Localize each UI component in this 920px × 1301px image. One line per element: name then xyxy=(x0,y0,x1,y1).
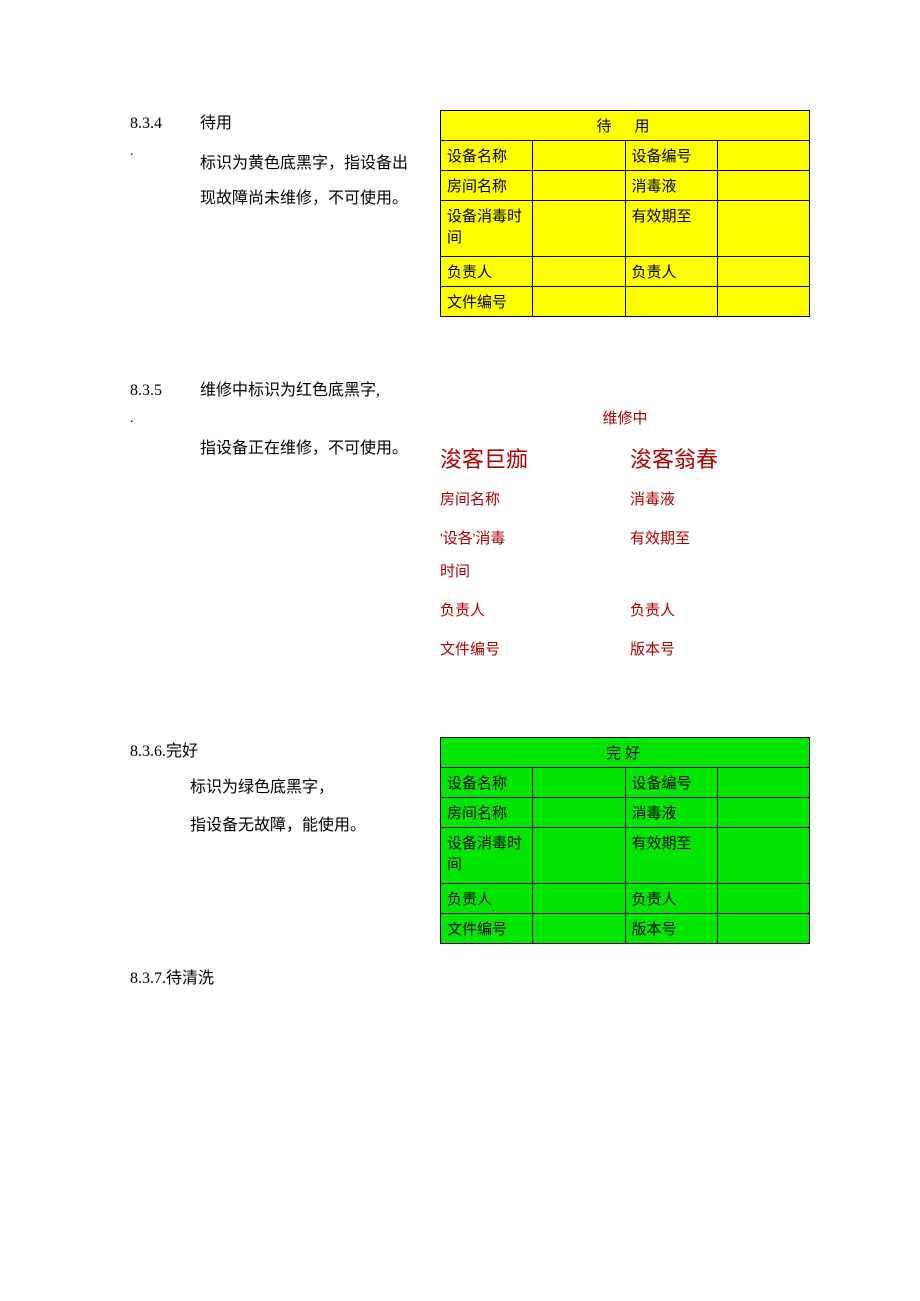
section-834-text: 8.3.4 . 待用 标识为黄色底黑字，指设备出 现故障尚未维修，不可使用。 xyxy=(130,110,440,216)
title-836: 完好 xyxy=(166,743,198,760)
cell-label: 设备编号 xyxy=(625,141,717,171)
cell-val xyxy=(533,171,625,201)
big-l: 浚客巨痂 xyxy=(440,442,630,474)
cell-label: 有效期至 xyxy=(625,201,717,257)
cell-val xyxy=(717,201,809,257)
table-row: 设备消毒时间 有效期至 xyxy=(441,828,810,884)
cell-label: 负责人 xyxy=(441,257,533,287)
cell-label: 文件编号 xyxy=(441,287,533,317)
table-836-title-row: 完好 xyxy=(441,738,810,768)
line2-835: 指设备正在维修，不可使用。 xyxy=(200,431,440,466)
heading-835: 8.3.5 . 维修中标识为红色底黑字, xyxy=(130,377,440,431)
cell-val xyxy=(533,257,625,287)
table-row: 设备消毒时间 有效期至 xyxy=(441,201,810,257)
cell-label: 房间名称 xyxy=(441,171,533,201)
cell-label: 负责人 xyxy=(440,599,630,620)
cell-val xyxy=(717,171,809,201)
cell-label: 负责人 xyxy=(625,884,717,914)
cell-val xyxy=(717,257,809,287)
line1-835: 维修中标识为红色底黑字, xyxy=(200,377,440,406)
cell-label: 设备消毒时间 xyxy=(441,201,533,257)
table-row: 设备名称 设备编号 xyxy=(441,141,810,171)
cell-val xyxy=(717,768,809,798)
section-836: 8.3.6.完好 标识为绿色底黑字， 指设备无故障，能使用。 完好 设备名称设备… xyxy=(130,737,810,944)
table-834-title: 待 用 xyxy=(441,111,810,141)
cell-val xyxy=(533,884,625,914)
dot-834: . xyxy=(130,139,200,164)
title-834: 待用 xyxy=(200,110,440,139)
cell-label: 设备编号 xyxy=(625,768,717,798)
title-837: 待清洗 xyxy=(166,970,214,987)
table-row: 负责人 负责人 xyxy=(441,257,810,287)
cell-label: 房间名称 xyxy=(441,798,533,828)
block-835: 维修中 浚客巨痂 浚客翁春 房间名称消毒液 '设各'消毒有效期至 时间 负责人负… xyxy=(440,407,810,677)
cell-label: 设备名称 xyxy=(441,141,533,171)
cell-label: 文件编号 xyxy=(441,914,533,944)
big-r: 浚客翁春 xyxy=(630,442,810,474)
cell-val xyxy=(533,914,625,944)
section-835: 8.3.5 . 维修中标识为红色底黑字, 指设备正在维修，不可使用。 维修中 浚… xyxy=(130,377,810,677)
cell-label: 消毒液 xyxy=(625,171,717,201)
block-835-title: 维修中 xyxy=(440,407,810,428)
desc-834-l2: 现故障尚未维修，不可使用。 xyxy=(200,181,440,216)
block-row: '设各'消毒有效期至 xyxy=(440,527,810,548)
section-834: 8.3.4 . 待用 标识为黄色底黑字，指设备出 现故障尚未维修，不可使用。 待… xyxy=(130,110,810,317)
table-row: 负责人 负责人 xyxy=(441,884,810,914)
cell-val xyxy=(717,828,809,884)
table-834: 待 用 设备名称 设备编号 房间名称 消毒液 设备消毒时间 有效期至 负责人 负责人 文… xyxy=(440,110,810,317)
table-836: 完好 设备名称 设备编号 房间名称 消毒液 设备消毒时间 有效期至 负责人 负责人 文件… xyxy=(440,737,810,944)
cell-label: 有效期至 xyxy=(630,527,810,548)
cell-val xyxy=(533,828,625,884)
cell-label: 消毒液 xyxy=(630,488,810,509)
cell-label: 负责人 xyxy=(630,599,810,620)
cell-label: 负责人 xyxy=(625,257,717,287)
num-836: 8.3.6. xyxy=(130,743,166,760)
table-row: 设备名称 设备编号 xyxy=(441,768,810,798)
block-row: 房间名称消毒液 xyxy=(440,488,810,509)
cell-label: 时间 xyxy=(440,560,630,581)
section-837: 8.3.7.待清洗 xyxy=(130,964,810,988)
desc-836-l1: 标识为绿色底黑字， xyxy=(190,769,440,807)
block-835-bigrow: 浚客巨痂 浚客翁春 xyxy=(440,442,810,474)
cell-val xyxy=(533,201,625,257)
cell-val xyxy=(533,141,625,171)
cell-label: '设各'消毒 xyxy=(440,527,630,548)
table-row: 文件编号 版本号 xyxy=(441,914,810,944)
section-835-text: 8.3.5 . 维修中标识为红色底黑字, 指设备正在维修，不可使用。 xyxy=(130,377,440,466)
cell-label: 消毒液 xyxy=(625,798,717,828)
cell-label: 有效期至 xyxy=(625,828,717,884)
table-row: 房间名称 消毒液 xyxy=(441,171,810,201)
num-835: 8.3.5 xyxy=(130,377,200,406)
heading-836: 8.3.6.完好 xyxy=(130,737,440,761)
table-row: 房间名称 消毒液 xyxy=(441,798,810,828)
dot-835: . xyxy=(130,406,200,431)
cell-label: 房间名称 xyxy=(440,488,630,509)
cell-label xyxy=(625,287,717,317)
desc-834-l1: 标识为黄色底黑字，指设备出 xyxy=(200,146,440,181)
cell-label: 版本号 xyxy=(630,638,810,659)
block-row: 时间 xyxy=(440,560,810,581)
cell-val xyxy=(717,914,809,944)
block-row: 负责人负责人 xyxy=(440,599,810,620)
cell-val xyxy=(717,884,809,914)
num-834: 8.3.4 xyxy=(130,110,200,139)
table-834-title-row: 待 用 xyxy=(441,111,810,141)
section-836-text: 8.3.6.完好 标识为绿色底黑字， 指设备无故障，能使用。 xyxy=(130,737,440,846)
cell-label: 负责人 xyxy=(441,884,533,914)
table-row: 文件编号 xyxy=(441,287,810,317)
num-837: 8.3.7. xyxy=(130,970,166,987)
cell-label: 文件编号 xyxy=(440,638,630,659)
desc-836-l2: 指设备无故障，能使用。 xyxy=(190,807,440,845)
cell-label: 设备消毒时间 xyxy=(441,828,533,884)
block-row: 文件编号版本号 xyxy=(440,638,810,659)
cell-label: 版本号 xyxy=(625,914,717,944)
cell-label: 设备名称 xyxy=(441,768,533,798)
cell-val xyxy=(533,287,625,317)
cell-val xyxy=(717,141,809,171)
cell-val xyxy=(717,287,809,317)
cell-val xyxy=(533,798,625,828)
table-836-title: 完好 xyxy=(441,738,810,768)
cell-val xyxy=(717,798,809,828)
cell-val xyxy=(533,768,625,798)
